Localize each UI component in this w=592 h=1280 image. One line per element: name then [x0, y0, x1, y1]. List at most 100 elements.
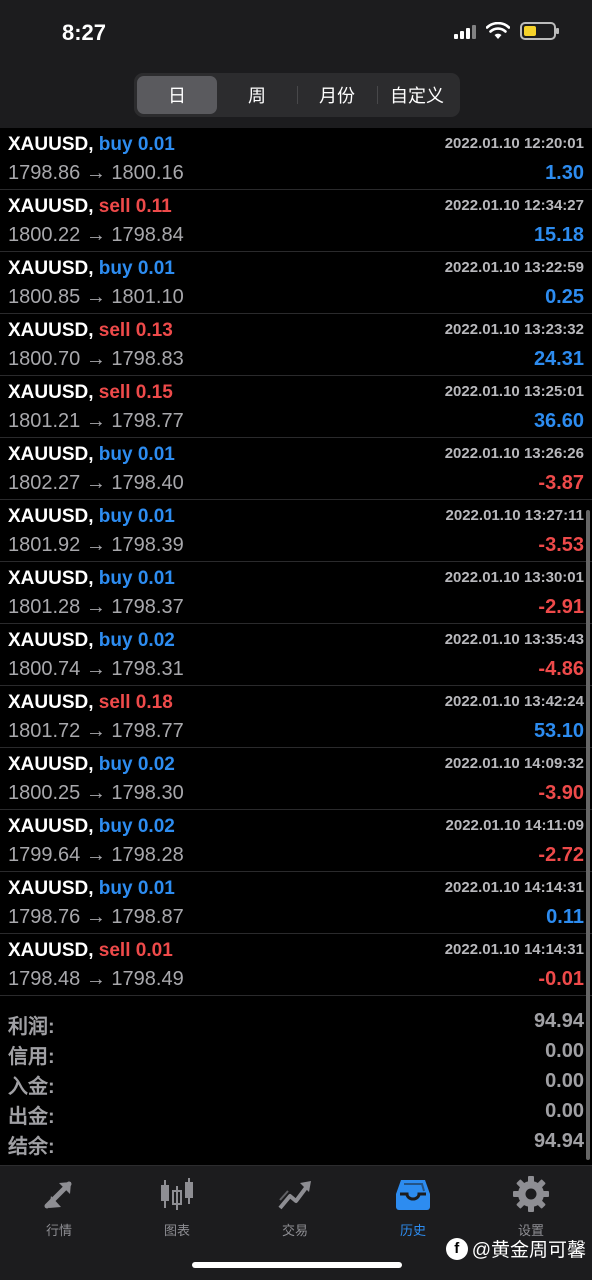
deal-symbol: XAUUSD, — [8, 382, 94, 403]
deal-symbol: XAUUSD, — [8, 506, 94, 527]
deal-row[interactable]: XAUUSD, buy 0.01 2022.01.10 14:14:31 1798.… — [0, 872, 592, 934]
summary-value: 0.00 — [545, 1040, 584, 1062]
summary-label: 信用: — [8, 1046, 55, 1068]
deal-open-price: 1800.22 — [8, 224, 81, 246]
deal-side: sell — [98, 196, 131, 217]
deal-row[interactable]: XAUUSD, buy 0.01 2022.01.10 13:30:01 1801.… — [0, 562, 592, 624]
arrow-right-icon: → — [85, 162, 106, 184]
tab-history[interactable]: 历史 — [354, 1174, 472, 1244]
deal-prices: 1799.64 → 1798.28 — [8, 844, 184, 867]
deal-open-price: 1798.76 — [8, 906, 81, 928]
deal-volume: 0.13 — [135, 320, 173, 341]
deal-volume: 0.01 — [137, 444, 175, 465]
deal-symbol-line: XAUUSD, sell 0.13 — [8, 320, 173, 342]
deal-row[interactable]: XAUUSD, buy 0.02 2022.01.10 14:11:09 1799.… — [0, 810, 592, 872]
tab-trade[interactable]: 交易 — [236, 1174, 354, 1244]
deal-prices: 1802.27 → 1798.40 — [8, 472, 184, 495]
deal-close-price: 1798.49 — [111, 968, 184, 990]
period-tab-week[interactable]: 周 — [217, 76, 297, 114]
deal-open-price: 1800.85 — [8, 286, 81, 308]
deal-close-price: 1798.87 — [111, 906, 184, 928]
tab-quotes[interactable]: 行情 — [0, 1174, 118, 1244]
deal-symbol: XAUUSD, — [8, 258, 94, 279]
summary-value: 0.00 — [545, 1100, 584, 1122]
deal-prices: 1801.72 → 1798.77 — [8, 720, 184, 743]
deal-side: buy — [98, 258, 133, 279]
tab-chart[interactable]: 图表 — [118, 1174, 236, 1244]
deal-volume: 0.15 — [135, 382, 173, 403]
deals-list: XAUUSD, buy 0.01 2022.01.10 12:20:01 1798.… — [0, 128, 592, 996]
deal-row[interactable]: XAUUSD, buy 0.01 2022.01.10 12:20:01 1798.… — [0, 128, 592, 190]
deal-row[interactable]: XAUUSD, sell 0.15 2022.01.10 13:25:01 1801… — [0, 376, 592, 438]
deal-side: buy — [98, 506, 133, 527]
arrow-right-icon: → — [85, 348, 106, 370]
arrow-right-icon: → — [85, 658, 106, 680]
deal-row[interactable]: XAUUSD, sell 0.13 2022.01.10 13:23:32 1800… — [0, 314, 592, 376]
quotes-arrows-icon — [44, 1181, 72, 1209]
deal-close-price: 1798.40 — [111, 472, 184, 494]
deal-symbol: XAUUSD, — [8, 816, 94, 837]
deal-profit: 0.25 — [545, 286, 584, 308]
deal-volume: 0.01 — [137, 568, 175, 589]
deal-volume: 0.01 — [137, 258, 175, 279]
summary-label: 利润: — [8, 1016, 55, 1038]
deal-side: sell — [98, 940, 131, 961]
deal-close-price: 1798.39 — [111, 534, 184, 556]
deal-side: buy — [98, 568, 133, 589]
deal-symbol-line: XAUUSD, buy 0.02 — [8, 630, 175, 652]
deal-row[interactable]: XAUUSD, buy 0.01 2022.01.10 13:22:59 1800.… — [0, 252, 592, 314]
arrow-right-icon: → — [85, 224, 106, 246]
deal-symbol-line: XAUUSD, sell 0.18 — [8, 692, 173, 714]
deal-prices: 1800.22 → 1798.84 — [8, 224, 184, 247]
deal-symbol: XAUUSD, — [8, 444, 94, 465]
deal-symbol-line: XAUUSD, sell 0.15 — [8, 382, 173, 404]
candlestick-chart-icon — [161, 1178, 193, 1210]
deal-close-price: 1798.31 — [111, 658, 184, 680]
deal-prices: 1801.28 → 1798.37 — [8, 596, 184, 619]
deal-profit: 36.60 — [533, 410, 584, 432]
deal-row[interactable]: XAUUSD, sell 0.01 2022.01.10 14:14:31 1798… — [0, 934, 592, 996]
watermark-text: @黄金周可馨 — [471, 1240, 586, 1261]
deal-close-price: 1800.16 — [111, 162, 184, 184]
deal-row[interactable]: XAUUSD, sell 0.18 2022.01.10 13:42:24 1801… — [0, 686, 592, 748]
deal-side: buy — [98, 754, 133, 775]
deal-open-price: 1801.72 — [8, 720, 81, 742]
deal-time: 2022.01.10 13:25:01 — [444, 383, 584, 400]
deal-row[interactable]: XAUUSD, buy 0.01 2022.01.10 13:26:26 1802.… — [0, 438, 592, 500]
deal-profit: 0.11 — [546, 906, 584, 928]
summary-label: 出金: — [8, 1106, 55, 1128]
deal-symbol: XAUUSD, — [8, 940, 94, 961]
watermark: f @黄金周可馨 — [445, 1235, 586, 1262]
deal-row[interactable]: XAUUSD, buy 0.02 2022.01.10 13:35:43 1800.… — [0, 624, 592, 686]
deal-volume: 0.02 — [137, 754, 175, 775]
period-tab-custom[interactable]: 自定义 — [377, 76, 457, 114]
arrow-right-icon: → — [85, 472, 106, 494]
deal-row[interactable]: XAUUSD, buy 0.02 2022.01.10 14:09:32 1800.… — [0, 748, 592, 810]
deal-side: buy — [98, 878, 133, 899]
trade-chart-icon — [278, 1181, 311, 1210]
deal-row[interactable]: XAUUSD, sell 0.11 2022.01.10 12:34:27 1800… — [0, 190, 592, 252]
period-tab-month[interactable]: 月份 — [297, 76, 377, 114]
deal-side: sell — [98, 692, 131, 713]
summary-section: 利润: 94.94 信用: 0.00 入金: 0.00 出金: 0.00 结余:… — [0, 1008, 592, 1158]
tab-settings[interactable]: 设置 — [472, 1174, 590, 1244]
arrow-right-icon: → — [85, 720, 106, 742]
deal-close-price: 1798.77 — [111, 410, 184, 432]
status-time: 8:27 — [62, 20, 107, 45]
deal-time: 2022.01.10 13:42:24 — [444, 693, 584, 710]
deal-profit: 1.30 — [545, 162, 584, 184]
summary-row-withdrawal: 出金: 0.00 — [0, 1098, 592, 1128]
deal-volume: 0.01 — [137, 506, 175, 527]
deal-close-price: 1798.37 — [111, 596, 184, 618]
deal-close-price: 1798.30 — [111, 782, 184, 804]
tab-label: 历史 — [399, 1223, 426, 1238]
deal-row[interactable]: XAUUSD, buy 0.01 2022.01.10 13:27:11 1801.… — [0, 500, 592, 562]
wifi-icon — [486, 22, 510, 39]
period-tab-day[interactable]: 日 — [137, 76, 217, 114]
scrollbar[interactable] — [586, 510, 590, 1160]
deal-profit: -0.01 — [538, 968, 584, 990]
deal-prices: 1798.86 → 1800.16 — [8, 162, 184, 185]
deal-symbol: XAUUSD, — [8, 630, 94, 651]
deal-volume: 0.01 — [135, 940, 173, 961]
arrow-right-icon: → — [85, 782, 106, 804]
